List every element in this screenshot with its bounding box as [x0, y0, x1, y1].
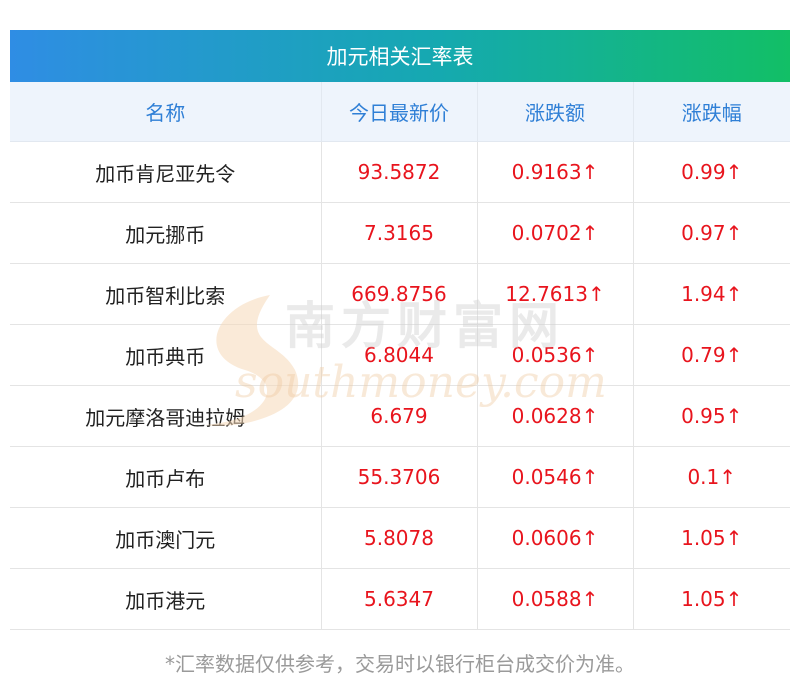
latest-price: 669.8756 [320, 263, 477, 325]
currency-name: 加币澳门元 [10, 507, 321, 569]
change-percent: 0.99↑ [632, 141, 790, 203]
table-row: 加币典币 6.8044 0.0536↑ 0.79↑ [10, 324, 790, 386]
exchange-rate-table: 加元相关汇率表 名称 今日最新价 涨跌额 涨跌幅 加币肯尼亚先令 93.5872… [10, 30, 790, 630]
currency-name: 加元挪币 [10, 202, 321, 264]
table-row: 加币澳门元 5.8078 0.0606↑ 1.05↑ [10, 507, 790, 569]
table-row: 加元摩洛哥迪拉姆 6.679 0.0628↑ 0.95↑ [10, 385, 790, 447]
currency-name: 加币卢布 [10, 446, 321, 508]
header-row: 名称 今日最新价 涨跌额 涨跌幅 [10, 82, 790, 142]
change-amount: 0.0546↑ [476, 446, 633, 508]
currency-name: 加币典币 [10, 324, 321, 386]
change-percent: 0.1↑ [632, 446, 790, 508]
change-amount: 0.0702↑ [476, 202, 633, 264]
table-row: 加币肯尼亚先令 93.5872 0.9163↑ 0.99↑ [10, 141, 790, 203]
change-amount: 0.0606↑ [476, 507, 633, 569]
change-percent: 1.05↑ [632, 507, 790, 569]
latest-price: 5.6347 [320, 568, 477, 630]
col-header-name: 名称 [10, 82, 321, 142]
latest-price: 7.3165 [320, 202, 477, 264]
change-percent: 0.95↑ [632, 385, 790, 447]
table-row: 加币卢布 55.3706 0.0546↑ 0.1↑ [10, 446, 790, 508]
table-row: 加元挪币 7.3165 0.0702↑ 0.97↑ [10, 202, 790, 264]
col-header-pct: 涨跌幅 [632, 82, 790, 142]
change-amount: 0.0588↑ [476, 568, 633, 630]
disclaimer-note: *汇率数据仅供参考，交易时以银行柜台成交价为准。 [165, 652, 635, 676]
latest-price: 6.8044 [320, 324, 477, 386]
latest-price: 93.5872 [320, 141, 477, 203]
table-row: 加币智利比索 669.8756 12.7613↑ 1.94↑ [10, 263, 790, 325]
change-percent: 0.97↑ [632, 202, 790, 264]
col-header-change: 涨跌额 [476, 82, 633, 142]
change-percent: 1.94↑ [632, 263, 790, 325]
change-amount: 0.0536↑ [476, 324, 633, 386]
page: 加元相关汇率表 名称 今日最新价 涨跌额 涨跌幅 加币肯尼亚先令 93.5872… [0, 0, 800, 697]
currency-name: 加元摩洛哥迪拉姆 [10, 385, 321, 447]
change-percent: 0.79↑ [632, 324, 790, 386]
latest-price: 6.679 [320, 385, 477, 447]
currency-name: 加币港元 [10, 568, 321, 630]
currency-name: 加币智利比索 [10, 263, 321, 325]
change-amount: 12.7613↑ [476, 263, 633, 325]
rates-table: 名称 今日最新价 涨跌额 涨跌幅 加币肯尼亚先令 93.5872 0.9163↑… [10, 82, 790, 630]
latest-price: 55.3706 [320, 446, 477, 508]
currency-name: 加币肯尼亚先令 [10, 141, 321, 203]
table-row: 加币港元 5.6347 0.0588↑ 1.05↑ [10, 568, 790, 630]
change-percent: 1.05↑ [632, 568, 790, 630]
table-title: 加元相关汇率表 [10, 30, 790, 82]
col-header-price: 今日最新价 [320, 82, 477, 142]
latest-price: 5.8078 [320, 507, 477, 569]
change-amount: 0.9163↑ [476, 141, 633, 203]
change-amount: 0.0628↑ [476, 385, 633, 447]
